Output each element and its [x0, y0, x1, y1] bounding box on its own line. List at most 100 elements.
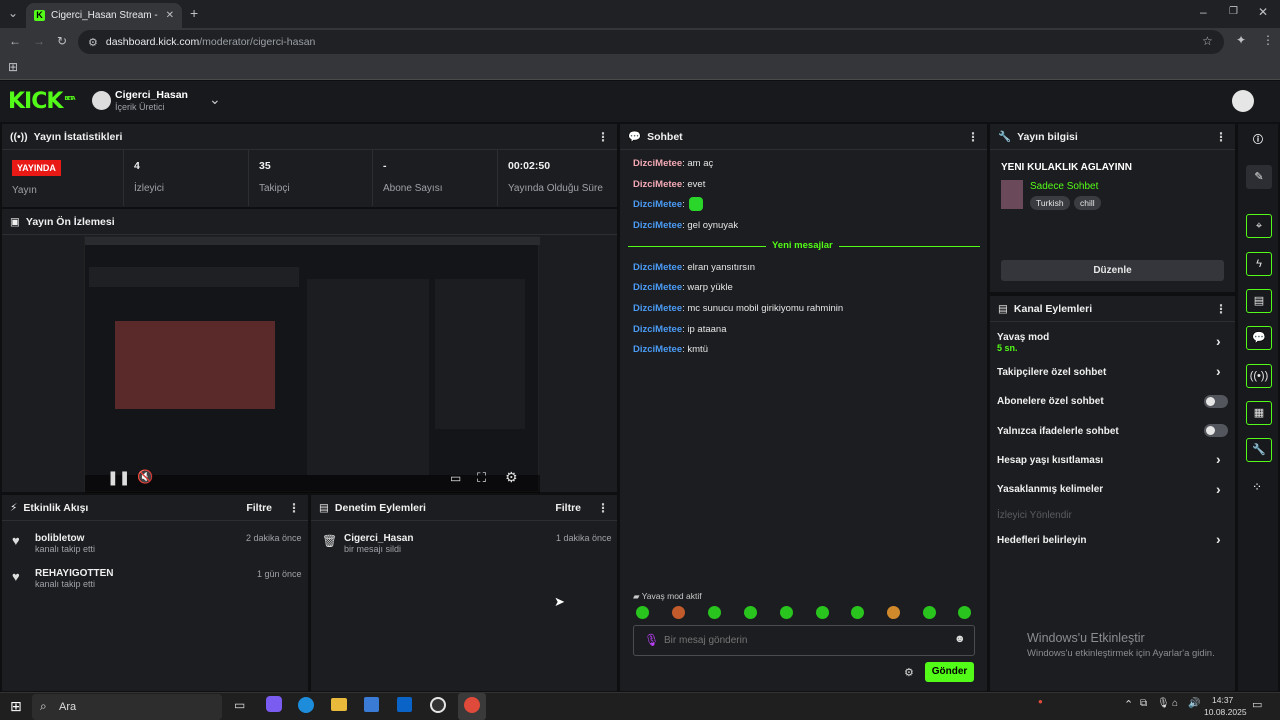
stream-preview-video[interactable]: ❚❚ 🔇 ▭ ⛶ ⚙ — [84, 236, 540, 493]
set-goals-action[interactable]: Hedefleri belirleyin — [997, 535, 1086, 546]
microphone-tray-icon[interactable]: 🎙 — [1157, 698, 1170, 709]
restore-icon[interactable]: ❐ — [1229, 6, 1238, 17]
chat-settings-gear-icon[interactable]: ⚙ — [904, 666, 914, 679]
network-icon[interactable]: ⌂ — [1172, 698, 1178, 709]
chevron-right-icon[interactable]: › — [1216, 531, 1221, 547]
tab-search-icon[interactable]: ⌄ — [8, 6, 18, 20]
tray-icon[interactable]: ⧉ — [1140, 698, 1147, 709]
outlook-icon[interactable] — [397, 697, 412, 712]
extension-icon[interactable]: ✦ — [1236, 33, 1246, 47]
emote-icon[interactable] — [923, 606, 936, 619]
followers-only-action[interactable]: Takipçilere özel sohbet — [997, 367, 1106, 378]
lightning-icon[interactable]: ϟ — [1246, 252, 1272, 276]
chat-icon[interactable]: 💬 — [1246, 326, 1272, 350]
emotes-only-toggle[interactable] — [1204, 424, 1228, 437]
account-age-action[interactable]: Hesap yaşı kısıtlaması — [997, 455, 1103, 466]
copilot-icon[interactable] — [266, 696, 282, 712]
chat-user[interactable]: DizciMetee — [633, 282, 682, 293]
chat-user[interactable]: DizciMetee — [633, 324, 682, 335]
new-tab-icon[interactable]: + — [190, 5, 198, 21]
broadcast-rail-icon[interactable]: ((•)) — [1246, 364, 1272, 388]
chat-user[interactable]: DizciMetee — [633, 303, 682, 314]
activity-menu-icon[interactable]: ⋮ — [288, 501, 300, 515]
close-window-icon[interactable]: ✕ — [1258, 5, 1268, 19]
emote-icon[interactable] — [708, 606, 721, 619]
add-widget-icon[interactable]: ⁘ — [1252, 480, 1262, 494]
obs-icon[interactable] — [430, 697, 446, 713]
clock-time[interactable]: 14:37 — [1212, 695, 1233, 705]
chat-user[interactable]: DizciMetee — [633, 179, 682, 190]
emote-icon[interactable] — [744, 606, 757, 619]
chat-user[interactable]: DizciMetee — [633, 262, 682, 273]
chat-user[interactable]: DizciMetee — [633, 344, 682, 355]
clock-date[interactable]: 10.08.2025 — [1204, 707, 1247, 717]
fullscreen-icon[interactable]: ⛶ — [477, 470, 486, 486]
taskbar-search[interactable]: ⌕ Ara — [32, 694, 222, 720]
emoji-picker-icon[interactable]: ☻ — [954, 633, 966, 645]
stream-category[interactable]: Sadece Sohbet — [1030, 181, 1098, 192]
send-button[interactable]: Gönder — [925, 662, 974, 682]
chevron-right-icon[interactable]: › — [1216, 363, 1221, 379]
activity-filter-button[interactable]: Filtre — [246, 502, 272, 514]
channel-switch-chevron-icon[interactable]: ⌄ — [209, 91, 221, 108]
store-icon[interactable] — [364, 697, 379, 712]
menu-icon[interactable]: ⋮ — [1262, 33, 1274, 47]
notification-center-icon[interactable]: ▭ — [1252, 698, 1262, 711]
moderation-menu-icon[interactable]: ⋮ — [597, 501, 609, 515]
edge-icon[interactable] — [298, 697, 314, 713]
forward-icon[interactable]: → — [33, 34, 45, 48]
activity-user[interactable]: REHAYIGOTTEN — [35, 568, 114, 579]
moderation-user[interactable]: Cigerci_Hasan — [344, 533, 413, 544]
chat-user[interactable]: DizciMetee — [633, 220, 682, 231]
edit-pencil-icon[interactable]: ✎ — [1246, 165, 1272, 189]
emote-icon[interactable] — [851, 606, 864, 619]
stream-info-menu-icon[interactable]: ⋮ — [1215, 130, 1227, 144]
volume-icon[interactable]: 🔊 — [1188, 698, 1200, 709]
emote-icon[interactable] — [958, 606, 971, 619]
stats-menu-icon[interactable]: ⋮ — [597, 130, 609, 144]
focus-icon[interactable]: ⌖ — [1246, 214, 1272, 238]
bookmark-star-icon[interactable]: ☆ — [1202, 34, 1213, 48]
chevron-right-icon[interactable]: › — [1216, 333, 1221, 349]
settings-gear-icon[interactable]: ⚙ — [505, 469, 518, 486]
emote-icon[interactable] — [887, 606, 900, 619]
channel-actions-menu-icon[interactable]: ⋮ — [1215, 302, 1227, 316]
browser-tab[interactable]: K Cigerci_Hasan Stream - Kick Da ✕ — [26, 3, 182, 28]
close-tab-icon[interactable]: ✕ — [166, 10, 174, 21]
address-bar[interactable]: ⚙ dashboard.kick.com/moderator/cigerci-h… — [78, 30, 1224, 54]
minimize-icon[interactable]: – — [1200, 5, 1207, 19]
chat-user[interactable]: DizciMetee — [633, 199, 682, 210]
kick-logo[interactable]: KICK BETA — [8, 89, 76, 114]
pause-icon[interactable]: ❚❚ — [107, 469, 130, 486]
file-explorer-icon[interactable] — [331, 698, 347, 711]
mute-icon[interactable]: 🔇 — [137, 469, 153, 485]
chat-message-input[interactable] — [664, 630, 944, 651]
activity-user[interactable]: bolibletow — [35, 533, 95, 544]
tray-chevron-icon[interactable]: ⌃ — [1124, 698, 1133, 711]
emote-icon[interactable] — [780, 606, 793, 619]
subs-only-toggle[interactable] — [1204, 395, 1228, 408]
apps-grid-icon[interactable]: ⊞ — [8, 60, 18, 74]
site-info-icon[interactable]: ⚙ — [88, 36, 98, 49]
banned-words-action[interactable]: Yasaklanmış kelimeler — [997, 484, 1103, 495]
back-icon[interactable]: ← — [9, 34, 21, 48]
chevron-right-icon[interactable]: › — [1216, 451, 1221, 467]
task-view-icon[interactable]: ▭ — [234, 698, 245, 712]
microphone-icon[interactable]: 🎙 — [644, 633, 659, 647]
emote-icon[interactable] — [672, 606, 685, 619]
chrome-taskbar-button[interactable] — [458, 693, 486, 720]
info-icon[interactable]: ⓘ — [1251, 134, 1265, 148]
windows-start-icon[interactable]: ⊞ — [10, 698, 22, 715]
slow-mode-action[interactable]: Yavaş mod — [997, 332, 1049, 343]
moderation-filter-button[interactable]: Filtre — [555, 502, 581, 514]
chat-menu-icon[interactable]: ⋮ — [967, 130, 979, 144]
camera-icon[interactable]: ▭ — [450, 471, 461, 485]
emote-icon[interactable] — [636, 606, 649, 619]
wrench-rail-icon[interactable]: 🔧 — [1246, 438, 1272, 462]
edit-stream-button[interactable]: Düzenle — [1001, 260, 1224, 281]
chevron-right-icon[interactable]: › — [1216, 481, 1221, 497]
emote-icon[interactable] — [816, 606, 829, 619]
reload-icon[interactable]: ↻ — [57, 34, 67, 48]
chat-user[interactable]: DizciMetee — [633, 158, 682, 169]
user-avatar[interactable] — [1232, 90, 1254, 112]
